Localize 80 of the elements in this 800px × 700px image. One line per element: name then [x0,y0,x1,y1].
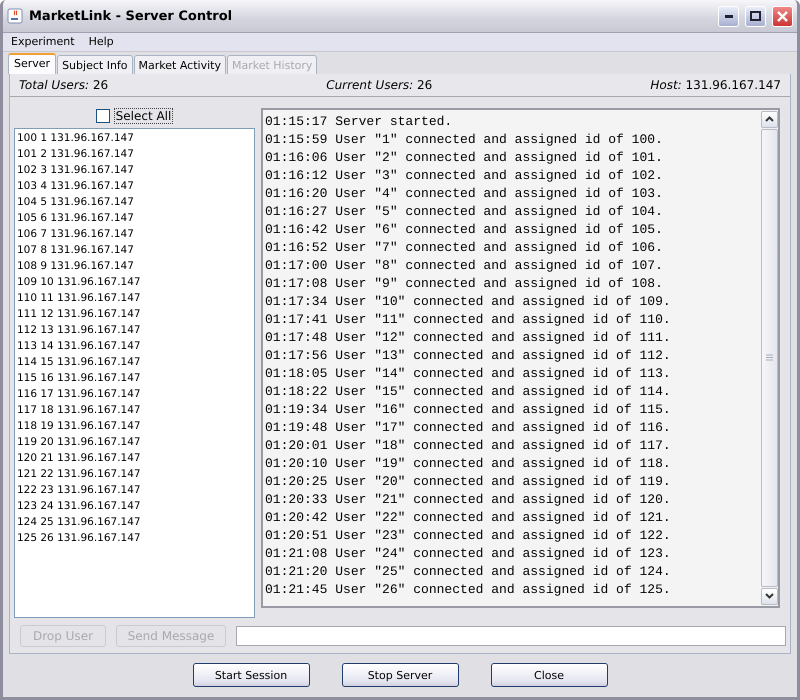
log-line: 01:18:22 User "15" connected and assigned id of 114. [265,382,672,401]
log-line: 01:16:52 User "7" connected and assigned id of 106. [265,238,664,257]
log-line: 01:17:00 User "8" connected and assigned id of 107. [265,256,664,275]
log-line: 01:20:33 User "21" connected and assigned id of 120. [265,490,672,509]
current-users: Current Users: 26 [326,78,432,92]
minimize-icon [724,14,732,18]
grip-icon [766,354,773,362]
user-list-item[interactable]: 111 12 131.96.167.147 [17,306,252,322]
user-list-item[interactable]: 115 16 131.96.167.147 [17,370,252,386]
user-list-item[interactable]: 110 11 131.96.167.147 [17,290,252,306]
scroll-up-button[interactable] [761,110,778,128]
log-line: 01:16:27 User "5" connected and assigned id of 104. [265,202,664,221]
tab[interactable]: Server [8,52,56,74]
user-list-item[interactable]: 114 15 131.96.167.147 [17,354,252,370]
log-line: 01:20:51 User "23" connected and assigned id of 122. [265,526,672,545]
user-list-item[interactable]: 103 4 131.96.167.147 [17,178,252,194]
user-list-item[interactable]: 117 18 131.96.167.147 [17,402,252,418]
tab[interactable]: Market Activity [134,54,226,74]
user-list-item[interactable]: 121 22 131.96.167.147 [17,466,252,482]
log-line: 01:20:10 User "19" connected and assigned id of 118. [265,454,672,473]
user-list-item[interactable]: 107 8 131.96.167.147 [17,242,252,258]
maximize-button[interactable] [745,6,766,26]
log-line: 01:15:17 Server started. [265,112,454,131]
log-line: 01:20:01 User "18" connected and assigned id of 117. [265,436,672,455]
user-list-item[interactable]: 101 2 131.96.167.147 [17,146,252,162]
log-line: 01:19:48 User "17" connected and assigned id of 116. [265,418,672,437]
log-line: 01:18:05 User "14" connected and assigned id of 113. [265,364,672,383]
select-all-checkbox[interactable] [96,108,110,123]
user-list-item[interactable]: 112 13 131.96.167.147 [17,322,252,338]
user-list-item[interactable]: 105 6 131.96.167.147 [17,210,252,226]
close-icon [777,10,788,22]
log-line: 01:19:34 User "16" connected and assigned id of 115. [265,400,672,419]
log-line: 01:17:41 User "11" connected and assigned id of 110. [265,310,672,329]
scroll-down-button[interactable] [761,588,778,605]
log-line: 01:16:42 User "6" connected and assigned id of 105. [265,220,664,239]
user-list-item[interactable]: 118 19 131.96.167.147 [17,418,252,434]
close-button[interactable] [772,6,793,26]
message-field[interactable] [236,626,786,646]
user-list-item[interactable]: 100 1 131.96.167.147 [17,130,252,146]
user-list-item[interactable]: 119 20 131.96.167.147 [17,434,252,450]
dialog-button[interactable]: Start Session [192,663,310,688]
user-list-item[interactable]: 108 9 131.96.167.147 [17,258,252,274]
menu-item[interactable]: Help [88,35,114,48]
log-line: 01:21:08 User "24" connected and assigned id of 123. [265,544,672,563]
user-list-item[interactable]: 116 17 131.96.167.147 [17,386,252,402]
user-list-item[interactable]: 106 7 131.96.167.147 [17,226,252,242]
dialog-button[interactable]: Stop Server [342,663,458,688]
select-all-label[interactable]: Select All [114,108,174,124]
user-list-item[interactable]: 125 26 131.96.167.147 [17,530,252,546]
window-title: MarketLink - Server Control [29,8,234,24]
log-line: 01:16:20 User "4" connected and assigned id of 103. [265,184,664,203]
log-line: 01:17:56 User "13" connected and assigned id of 112. [265,346,672,365]
user-list-item[interactable]: 104 5 131.96.167.147 [17,194,252,210]
log-line: 01:20:42 User "22" connected and assigned id of 121. [265,508,672,527]
log-line: 01:17:48 User "12" connected and assigned id of 111. [265,328,672,347]
chevron-down-icon [765,593,774,600]
log-line: 01:17:34 User "10" connected and assigned id of 109. [265,292,672,311]
tab[interactable]: Subject Info [57,54,133,74]
total-users: Total Users: 26 [19,78,108,92]
log-line: 01:16:06 User "2" connected and assigned id of 101. [265,148,664,167]
menu-item[interactable]: Experiment [11,35,75,48]
maximize-icon [750,11,761,21]
cup-icon [7,8,23,24]
user-list-item[interactable]: 113 14 131.96.167.147 [17,338,252,354]
log-line: 01:21:45 User "26" connected and assigned id of 125. [265,580,672,599]
minimize-button[interactable] [718,6,739,26]
host-address: Host: 131.96.167.147 [650,78,781,92]
user-list-item[interactable]: 109 10 131.96.167.147 [17,274,252,290]
user-list-item[interactable]: 102 3 131.96.167.147 [17,162,252,178]
log-line: 01:17:08 User "9" connected and assigned id of 108. [265,274,664,293]
log-line: 01:21:20 User "25" connected and assigned id of 124. [265,562,672,581]
log-line: 01:20:25 User "20" connected and assigned id of 119. [265,472,672,491]
user-list-item[interactable]: 123 24 131.96.167.147 [17,498,252,514]
user-list-item[interactable]: 124 25 131.96.167.147 [17,514,252,530]
dialog-button[interactable]: Close [490,663,608,688]
log-line: 01:16:12 User "3" connected and assigned id of 102. [265,166,664,185]
user-list-item[interactable]: 120 21 131.96.167.147 [17,450,252,466]
chevron-up-icon [765,116,774,122]
user-list-item[interactable]: 122 23 131.96.167.147 [17,482,252,498]
log-line: 01:15:59 User "1" connected and assigned id of 100. [265,130,664,149]
